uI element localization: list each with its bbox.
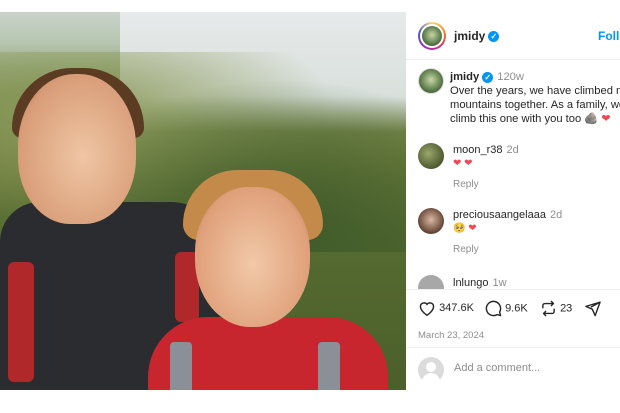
commenter-username[interactable]: preciousaangelaaa: [453, 209, 546, 221]
caption-line-1: Over the years, we have climbed ma: [450, 85, 620, 97]
reply-button[interactable]: Reply: [453, 179, 479, 190]
comment-time: 2d: [506, 144, 519, 156]
verified-badge-icon: ✓: [488, 31, 500, 43]
post-date: March 23, 2024: [418, 330, 485, 341]
photo-backpack-strap: [170, 342, 192, 390]
author-avatar[interactable]: [418, 22, 446, 50]
caption-emoji: 🪨 ❤: [584, 113, 611, 125]
commenter-avatar[interactable]: [418, 143, 444, 169]
heart-icon[interactable]: [418, 300, 436, 317]
caption-text: jmidy ✓ 120w Over the years, we have climb…: [450, 70, 620, 126]
verified-badge-icon: ✓: [482, 71, 494, 83]
post-side-panel: jmidy✓ Follo jmidy✓120w Over the years, …: [406, 12, 620, 390]
follow-button[interactable]: Follo: [598, 29, 620, 43]
repost-icon[interactable]: [540, 300, 557, 317]
commenter-avatar[interactable]: [418, 208, 444, 234]
share-icon[interactable]: [584, 300, 602, 317]
add-comment-input[interactable]: [454, 362, 614, 374]
post-header: jmidy✓ Follo: [406, 12, 620, 60]
photo-backpack-strap: [8, 262, 34, 382]
comment-count: 9.6K: [505, 302, 528, 315]
caption-avatar[interactable]: [418, 68, 444, 94]
comment-text: ❤ ❤: [453, 158, 473, 169]
author-username[interactable]: jmidy ✓: [454, 29, 500, 43]
commenter-username[interactable]: lnlungo: [453, 277, 488, 289]
add-comment-bar: [406, 347, 620, 390]
photo-backpack-strap: [318, 342, 340, 390]
caption-line-2: mountains together. As a family, we: [450, 99, 620, 111]
comment-time: 2d: [549, 209, 563, 221]
caption-time: 120w: [497, 71, 524, 83]
like-count: 347.6K: [439, 301, 474, 314]
post-actions: 347.6K 9.6K 23 March 23, 2024: [406, 289, 620, 349]
like-action[interactable]: 347.6K: [418, 300, 474, 317]
comment-item: lnlungo 1w: [418, 273, 620, 289]
caption-username[interactable]: jmidy: [450, 71, 479, 83]
repost-action[interactable]: 23: [540, 300, 572, 317]
commenter-avatar[interactable]: [418, 275, 444, 289]
comment-action[interactable]: 9.6K: [485, 300, 528, 317]
photo-boy-face: [195, 187, 310, 327]
commenter-username[interactable]: moon_r38: [453, 144, 503, 156]
comment-time: 1w: [492, 277, 507, 289]
reply-button[interactable]: Reply: [453, 244, 479, 255]
share-action[interactable]: [584, 300, 602, 317]
author-username-text[interactable]: jmidy: [454, 29, 485, 43]
photo-girl-face: [18, 74, 136, 224]
current-user-avatar: [418, 357, 444, 383]
comment-text: 🥺 ❤: [453, 223, 477, 234]
caption-line-3: climb this one with you too: [450, 113, 582, 125]
repost-count: 23: [560, 302, 573, 315]
post-photo[interactable]: [0, 12, 406, 390]
comment-icon[interactable]: [485, 300, 502, 317]
